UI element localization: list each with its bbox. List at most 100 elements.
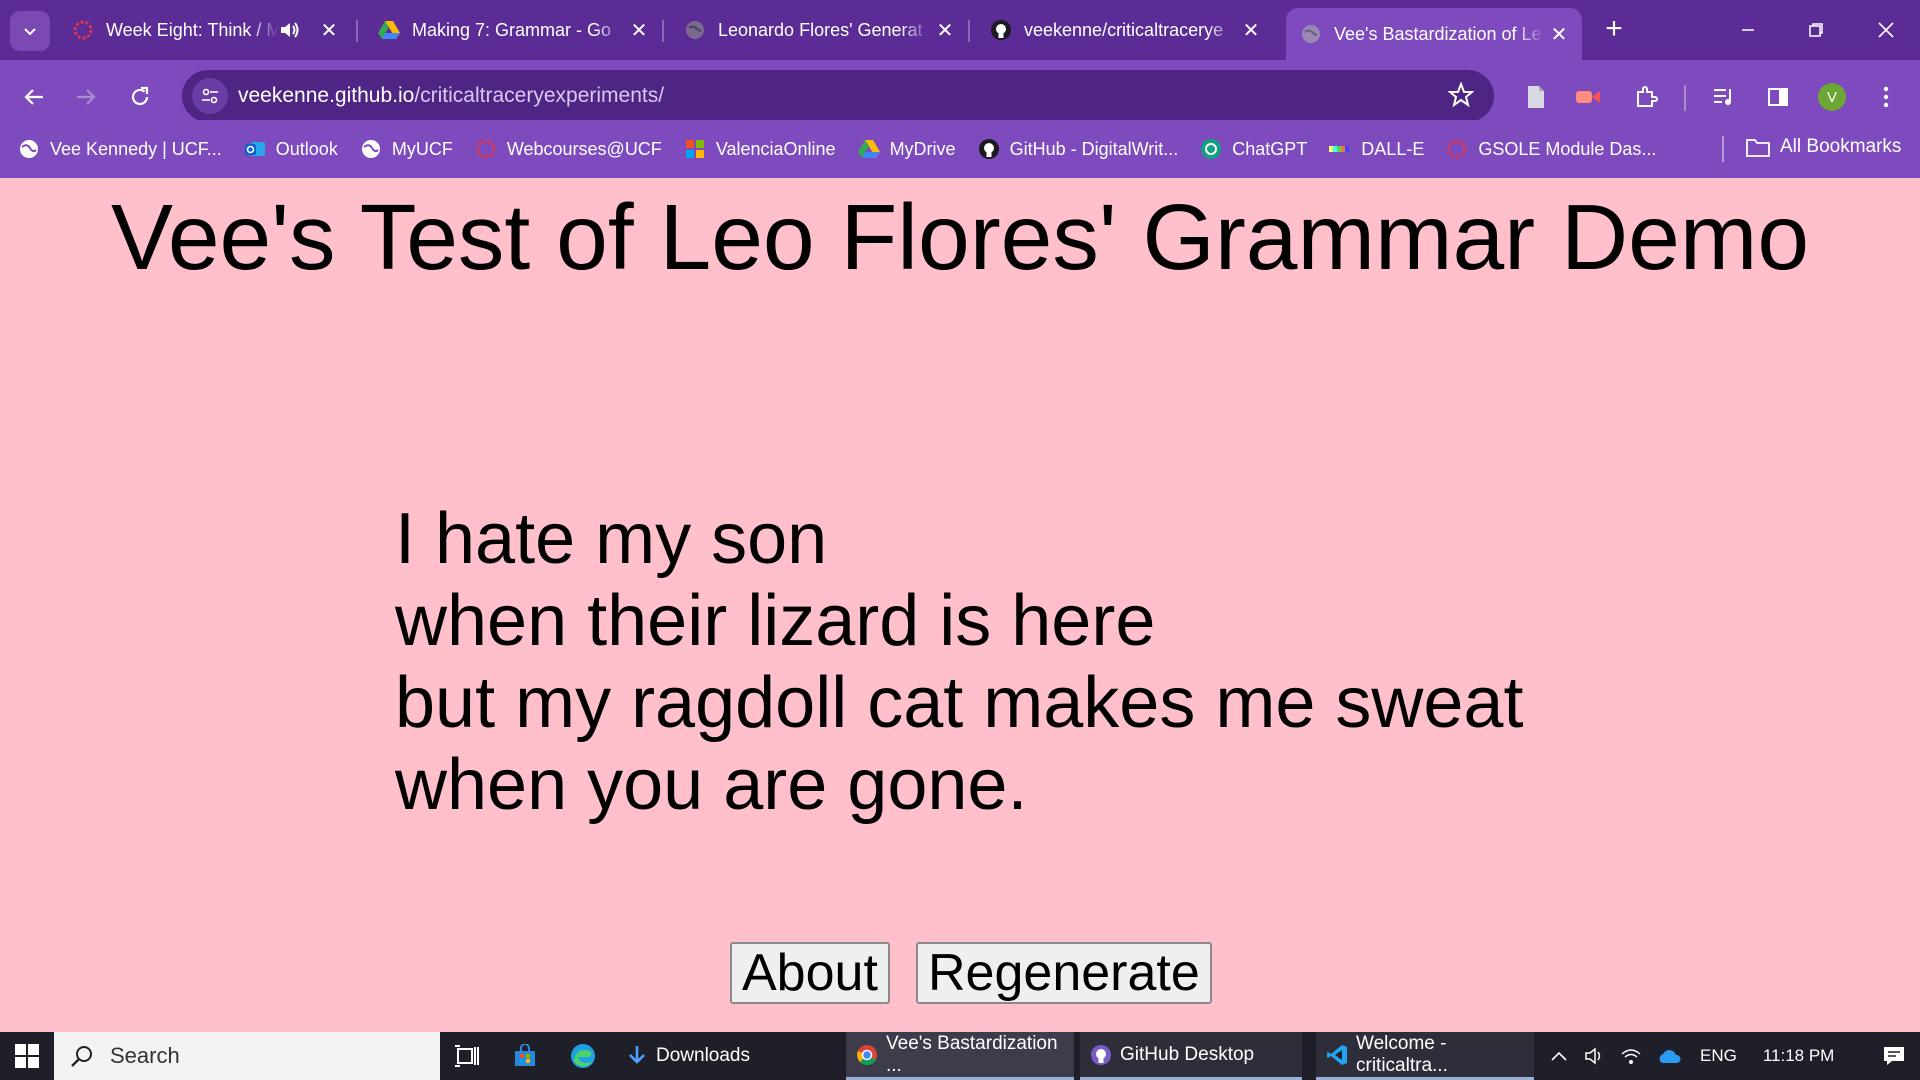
bookmark-valenciaonline[interactable]: ValenciaOnline bbox=[684, 138, 836, 160]
taskbar-app-github-desktop[interactable]: GitHub Desktop bbox=[1080, 1032, 1302, 1080]
tab-veekenne-repo[interactable]: veekenne/criticaltracerye ✕ bbox=[976, 8, 1274, 52]
microsoft-store-button[interactable] bbox=[498, 1032, 552, 1080]
bookmark-label: GSOLE Module Das... bbox=[1478, 138, 1657, 159]
language-indicator[interactable]: ENG bbox=[1700, 1046, 1737, 1066]
bookmark-mydrive[interactable]: MyDrive bbox=[857, 138, 956, 160]
tab-vees-bastardization[interactable]: Vee's Bastardization of Le ✕ bbox=[1286, 8, 1582, 60]
taskbar-app-chrome[interactable]: Vee's Bastardization ... bbox=[846, 1032, 1074, 1080]
bookmark-dall-e[interactable]: DALL-E bbox=[1329, 138, 1424, 160]
taskbar-app-label: Welcome - criticaltra... bbox=[1356, 1032, 1448, 1076]
close-icon[interactable]: ✕ bbox=[316, 17, 342, 43]
globe-icon bbox=[18, 138, 40, 160]
vscode-icon bbox=[1326, 1044, 1348, 1066]
chatgpt-icon bbox=[1200, 138, 1222, 160]
bookmark-label: DALL-E bbox=[1361, 138, 1425, 159]
url-path: /criticaltraceryexperiments/ bbox=[414, 84, 665, 107]
close-icon bbox=[1878, 22, 1894, 38]
bookmark-label: Outlook bbox=[275, 138, 338, 159]
google-drive-icon bbox=[378, 19, 400, 41]
profile-button[interactable]: V bbox=[1812, 77, 1852, 117]
valencia-icon bbox=[684, 138, 706, 160]
new-tab-button[interactable]: + bbox=[1598, 14, 1630, 46]
dalle-icon bbox=[1329, 138, 1351, 160]
tab-title: veekenne/criticaltracerye bbox=[1024, 19, 1224, 40]
reading-list-icon[interactable] bbox=[1704, 77, 1744, 117]
taskbar-app-vscode[interactable]: Welcome - criticaltra... bbox=[1316, 1032, 1534, 1080]
arrow-right-icon bbox=[77, 89, 96, 105]
extensions-icon[interactable] bbox=[1626, 77, 1666, 117]
tab-title: Making 7: Grammar - Go bbox=[412, 19, 612, 40]
chevron-down-icon bbox=[24, 28, 36, 36]
edge-button[interactable] bbox=[556, 1032, 610, 1080]
bookmark-vee-kennedy[interactable]: Vee Kennedy | UCF... bbox=[18, 138, 222, 160]
side-panel-icon[interactable] bbox=[1758, 77, 1798, 117]
onedrive-icon[interactable] bbox=[1656, 1048, 1682, 1064]
bookmarks-separator bbox=[1722, 136, 1724, 162]
all-bookmarks-button[interactable]: All Bookmarks bbox=[1746, 136, 1901, 158]
bookmark-gsole-module[interactable]: GSOLE Module Das... bbox=[1446, 138, 1656, 160]
tab-making-7[interactable]: Making 7: Grammar - Go ✕ bbox=[364, 8, 664, 52]
github-icon bbox=[1090, 1044, 1112, 1066]
regenerate-button[interactable]: Regenerate bbox=[916, 942, 1212, 1004]
chevron-up-icon[interactable] bbox=[1550, 1050, 1568, 1062]
reload-button[interactable] bbox=[120, 77, 160, 117]
github-icon bbox=[990, 19, 1012, 41]
wifi-icon[interactable] bbox=[1620, 1046, 1642, 1066]
bookmark-myucf[interactable]: MyUCF bbox=[360, 138, 453, 160]
tab-week-eight[interactable]: Week Eight: Think / M ✕ bbox=[58, 8, 358, 52]
forward-button[interactable] bbox=[66, 77, 106, 117]
bookmark-github-digitalwrit[interactable]: GitHub - DigitalWrit... bbox=[978, 138, 1178, 160]
screencastify-icon[interactable] bbox=[1568, 77, 1608, 117]
tab-leonardo-flores[interactable]: Leonardo Flores' Generat ✕ bbox=[670, 8, 970, 52]
tab-title: Leonardo Flores' Generat bbox=[718, 19, 923, 40]
webcourses-icon bbox=[1446, 138, 1468, 160]
chrome-icon bbox=[856, 1044, 878, 1066]
tab-separator bbox=[356, 20, 358, 42]
speaker-icon[interactable] bbox=[1584, 1046, 1606, 1066]
reload-icon bbox=[131, 86, 149, 106]
download-icon bbox=[626, 1045, 648, 1067]
clock[interactable]: 11:18 PM bbox=[1763, 1046, 1835, 1066]
site-info-icon[interactable] bbox=[192, 78, 228, 114]
star-icon[interactable] bbox=[1447, 81, 1475, 114]
poem-line: I hate my son bbox=[395, 499, 828, 579]
close-icon[interactable]: ✕ bbox=[1546, 21, 1572, 47]
bookmark-chatgpt[interactable]: ChatGPT bbox=[1200, 138, 1307, 160]
restore-icon bbox=[1809, 23, 1823, 37]
start-button[interactable] bbox=[0, 1032, 54, 1080]
search-placeholder: Search bbox=[110, 1043, 180, 1068]
globe-icon bbox=[1300, 23, 1322, 45]
close-window-button[interactable] bbox=[1852, 0, 1920, 60]
taskbar-app-downloads[interactable]: Downloads bbox=[616, 1032, 840, 1080]
minimize-button[interactable] bbox=[1714, 0, 1782, 60]
about-button[interactable]: About bbox=[730, 942, 890, 1004]
bookmark-outlook[interactable]: Outlook bbox=[244, 138, 338, 160]
tab-separator bbox=[662, 20, 664, 42]
folder-icon bbox=[1746, 139, 1770, 157]
menu-button[interactable] bbox=[1866, 77, 1906, 117]
taskbar-app-label: Vee's Bastardization ... bbox=[886, 1032, 1058, 1076]
back-button[interactable] bbox=[14, 77, 54, 117]
close-icon[interactable]: ✕ bbox=[626, 17, 652, 43]
restore-button[interactable] bbox=[1782, 0, 1850, 60]
bookmark-webcourses[interactable]: Webcourses@UCF bbox=[475, 138, 662, 160]
speaker-icon[interactable] bbox=[278, 19, 304, 41]
tab-title: Week Eight: Think / M bbox=[106, 19, 278, 40]
poem-line: but my ragdoll cat makes me sweat bbox=[395, 663, 1524, 743]
taskbar-search-box[interactable]: Search bbox=[54, 1032, 440, 1080]
toolbar-separator bbox=[1684, 85, 1686, 111]
windows-icon bbox=[15, 1044, 39, 1068]
minimize-icon bbox=[1742, 29, 1754, 31]
task-view-button[interactable] bbox=[440, 1032, 494, 1080]
tab-search-button[interactable] bbox=[10, 11, 50, 51]
document-extension-icon[interactable] bbox=[1516, 77, 1556, 117]
notifications-icon[interactable] bbox=[1882, 1044, 1906, 1068]
close-icon[interactable]: ✕ bbox=[932, 17, 958, 43]
address-bar[interactable]: veekenne.github.io/criticaltraceryexperi… bbox=[182, 70, 1494, 122]
page-content: Vee's Test of Leo Flores' Grammar Demo I… bbox=[0, 180, 1920, 1032]
arrow-left-icon bbox=[24, 89, 43, 105]
close-icon[interactable]: ✕ bbox=[1238, 17, 1264, 43]
bookmarks-bar: Vee Kennedy | UCF... Outlook MyUCF Webco… bbox=[0, 120, 1920, 178]
edge-icon bbox=[571, 1044, 595, 1068]
google-drive-icon bbox=[857, 138, 880, 160]
